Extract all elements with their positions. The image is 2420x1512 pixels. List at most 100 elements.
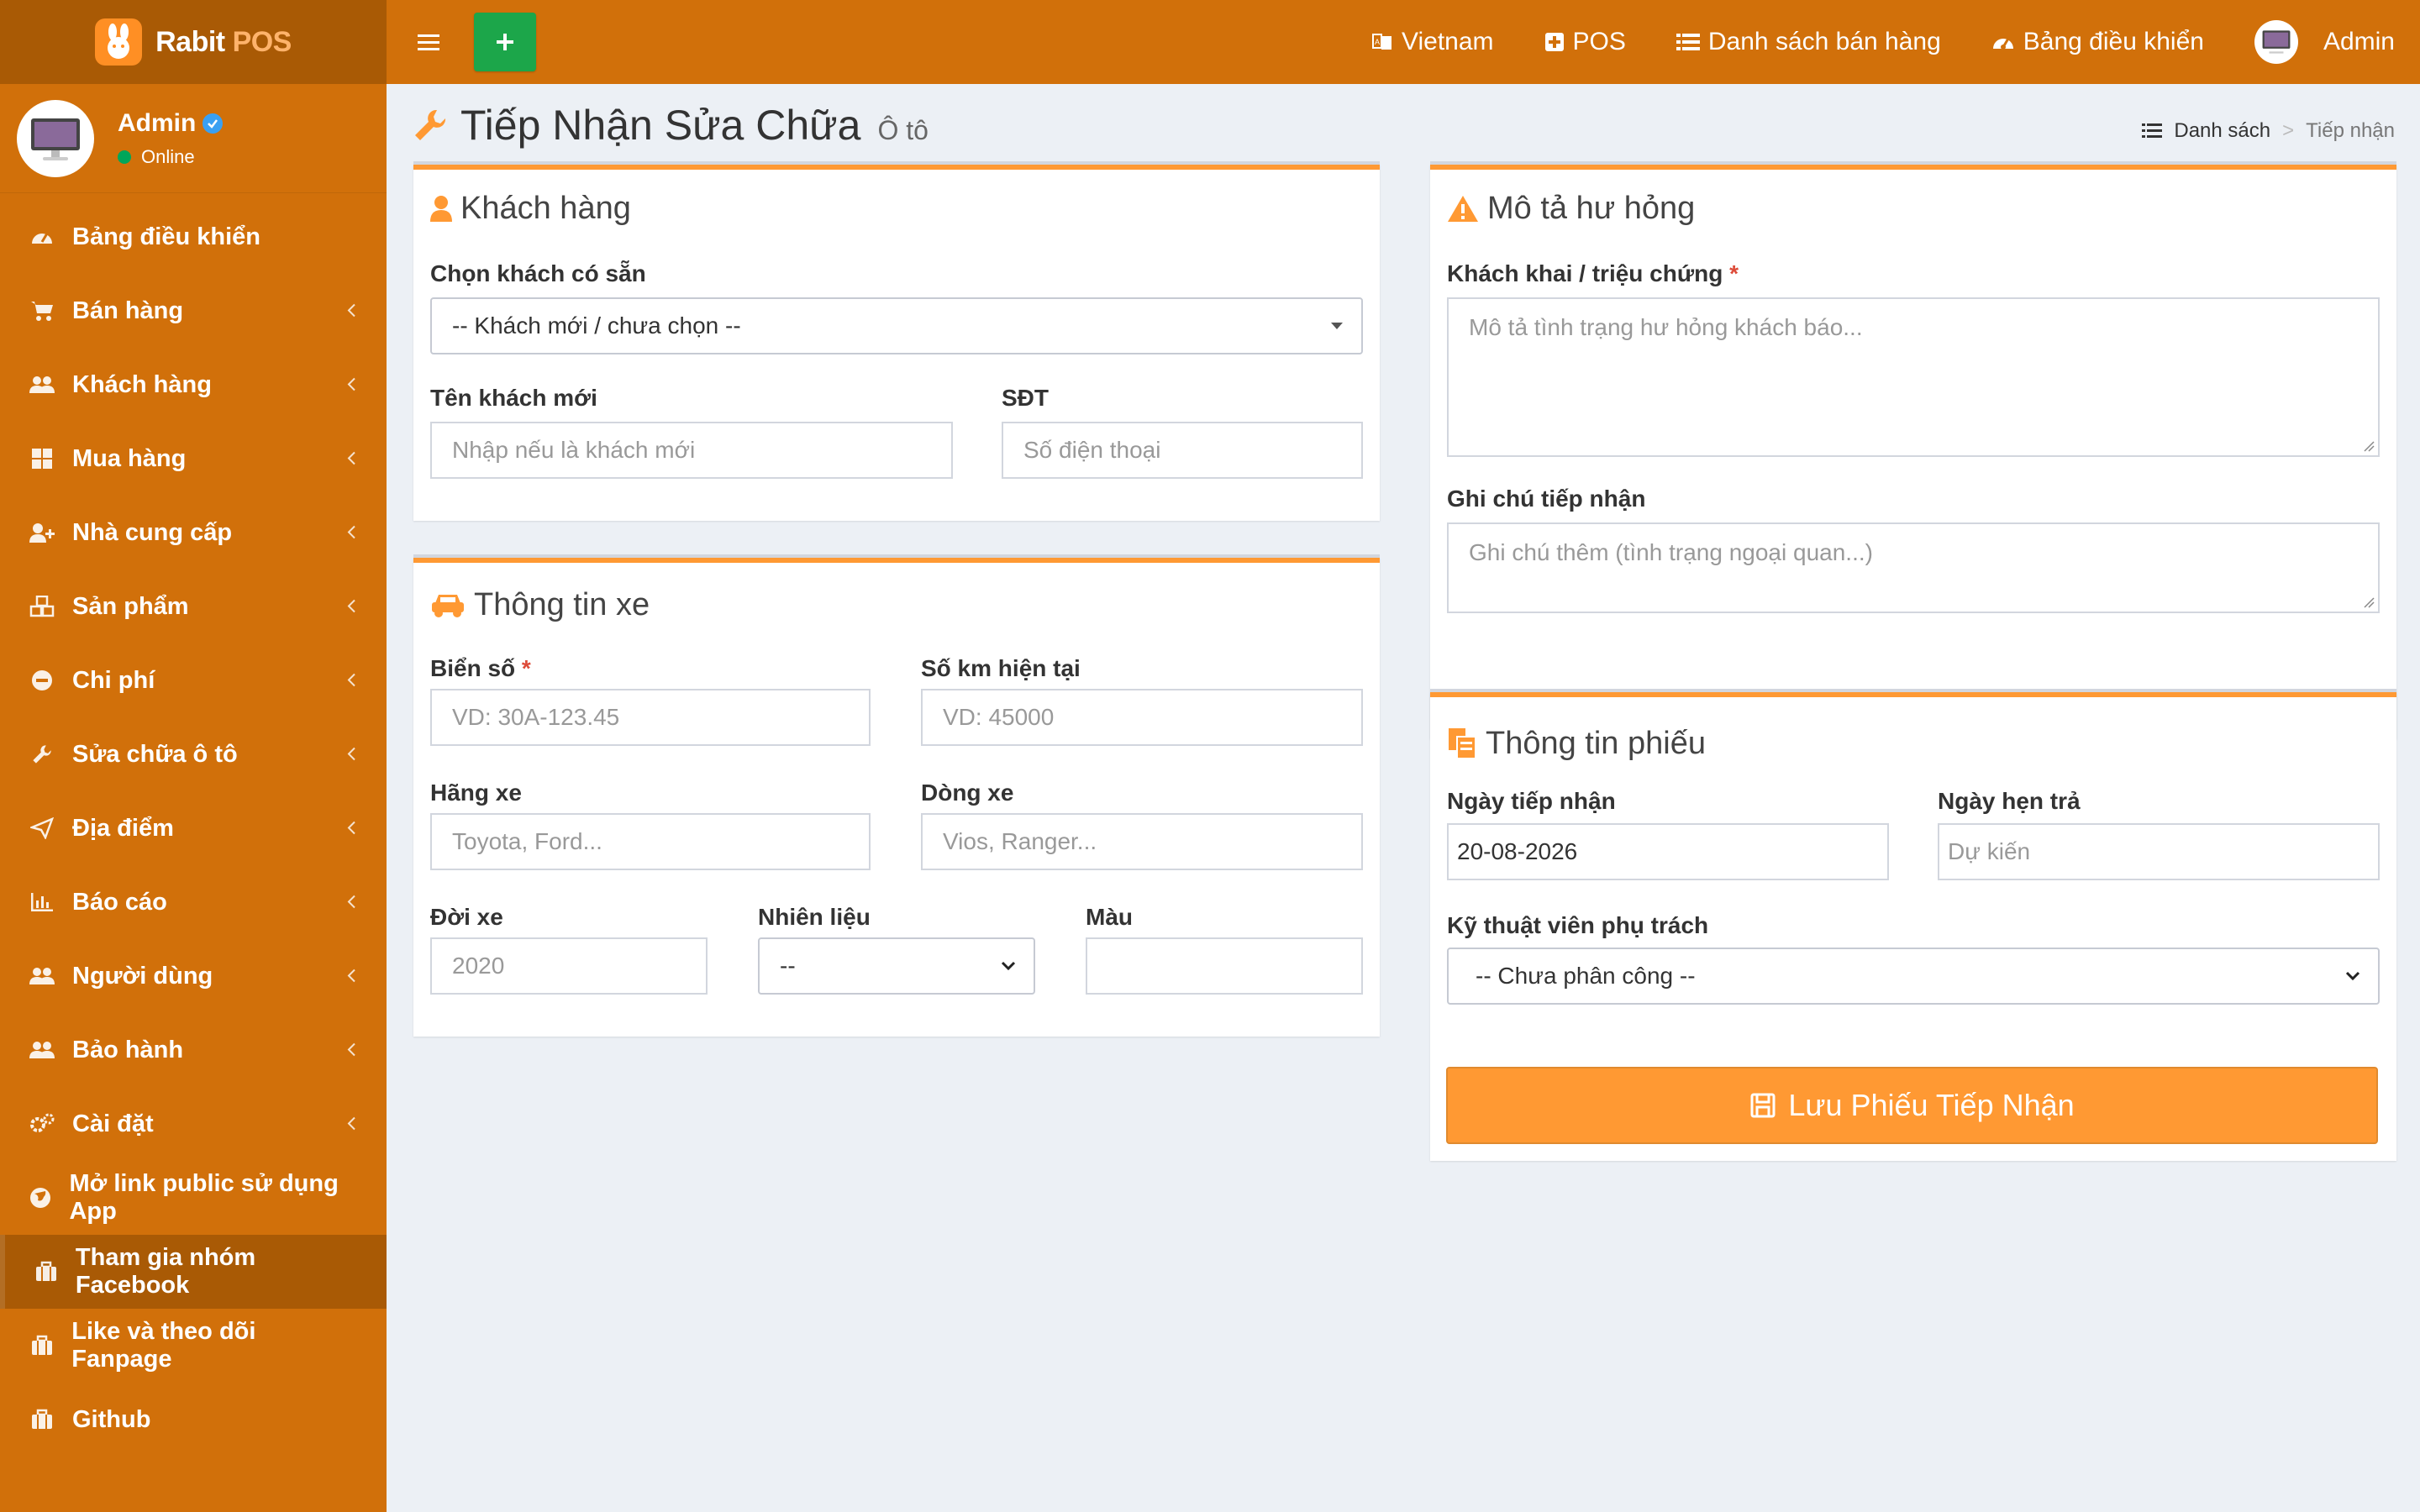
cart-icon (29, 297, 55, 324)
sidebar-item-bang-dieu-khien[interactable]: Bảng điều khiển (0, 200, 387, 274)
plus-square-icon (1544, 33, 1564, 51)
breadcrumb-separator: > (2282, 119, 2295, 142)
sidebar-item-nha-cung-cap[interactable]: Nhà cung cấp (0, 496, 387, 570)
user-avatar (2254, 20, 2298, 64)
fuel-select-value: -- (780, 953, 796, 979)
plus-icon (497, 34, 513, 50)
main-content: Tiếp Nhận Sửa Chữa Ô tô Danh sách > Tiếp… (387, 84, 2420, 1512)
nav-user[interactable]: Admin (2229, 0, 2420, 84)
menu-toggle-button[interactable] (403, 17, 454, 67)
sidebar-item-bao-cao[interactable]: Báo cáo (0, 865, 387, 939)
sidebar-item-bao-hanh[interactable]: Bảo hành (0, 1013, 387, 1087)
page-subtitle: Ô tô (877, 114, 929, 145)
color-input[interactable] (1086, 937, 1363, 995)
top-header: A Vietnam POS Danh sách bán hàng Bảng đi… (387, 0, 2420, 84)
sidebar-item-label: Github (72, 1405, 151, 1433)
symptom-textarea[interactable]: Mô tả tình trạng hư hỏng khách báo... (1447, 297, 2380, 457)
sidebar-item-label: Like và theo dõi Fanpage (71, 1318, 256, 1373)
choose-customer-label: Chọn khách có sẵn (430, 260, 646, 286)
sidebar-item-label: Tham gia nhóm Facebook (75, 1244, 256, 1299)
list-icon (1676, 34, 1700, 50)
vehicle-box: Thông tin xe Biển số * VD: 30A-123.45 Số… (413, 554, 1380, 1037)
plate-label: Biển số * (430, 655, 531, 681)
sidebar-item-mua-hang[interactable]: Mua hàng (0, 422, 387, 496)
sidebar-item-tham-gia-nhom-facebook[interactable]: Tham gia nhóm Facebook (0, 1235, 387, 1309)
resize-handle-icon (2364, 441, 2375, 452)
sidebar-item-khach-hang[interactable]: Khách hàng (0, 348, 387, 422)
brand-name: Rabit (155, 25, 225, 58)
phone-input[interactable]: Số điện thoại (1002, 422, 1363, 479)
ticket-box-title: Thông tin phiếu (1486, 725, 1706, 761)
nav-sales-list[interactable]: Danh sách bán hàng (1651, 0, 1966, 84)
car-brand-label: Hãng xe (430, 780, 522, 806)
car-brand-input[interactable]: Toyota, Ford... (430, 813, 871, 870)
briefcase-icon (29, 1406, 55, 1433)
customer-box: Khách hàng Chọn khách có sẵn -- Khách mớ… (413, 161, 1380, 521)
breadcrumb-current: Tiếp nhận (2306, 119, 2395, 142)
page-header: Tiếp Nhận Sửa Chữa Ô tô Danh sách > Tiếp… (387, 84, 2420, 166)
sidebar-item-dia-diem[interactable]: Địa điểm (0, 791, 387, 865)
sidebar-item-sua-chua-o-to[interactable]: Sửa chữa ô tô (0, 717, 387, 791)
sidebar-menu: Bảng điều khiển Bán hàng Khách hàng Mua hàn… (0, 200, 387, 1457)
damage-box: Mô tả hư hỏng Khách khai / triệu chứng *… (1430, 161, 2396, 739)
sidebar-item-cai-dat[interactable]: Cài đặt (0, 1087, 387, 1161)
return-date-input[interactable]: Dự kiến (1938, 823, 2380, 880)
received-date-input[interactable]: 20-08-2026 (1447, 823, 1889, 880)
symptom-label: Khách khai / triệu chứng * (1447, 260, 1739, 286)
language-icon: A (1372, 34, 1392, 50)
chevron-left-icon (346, 815, 356, 843)
sidebar-item-nguoi-dung[interactable]: Người dùng (0, 939, 387, 1013)
briefcase-icon (34, 1258, 59, 1285)
globe-icon (29, 1184, 52, 1211)
car-year-input[interactable]: 2020 (430, 937, 708, 995)
breadcrumb-list-link[interactable]: Danh sách (2174, 119, 2270, 143)
sidebar-item-mo-link-public-su-dung-app[interactable]: Mở link public sử dụng App (0, 1161, 387, 1235)
add-button[interactable] (474, 13, 536, 71)
chevron-left-icon (346, 741, 356, 769)
nav-pos-label: POS (1572, 28, 1626, 55)
note-textarea[interactable]: Ghi chú thêm (tình trạng ngoại quan...) (1447, 522, 2380, 613)
chevron-left-icon (346, 1110, 356, 1138)
car-model-input[interactable]: Vios, Ranger... (921, 813, 1363, 870)
chevron-left-icon (346, 297, 356, 325)
cubes-icon (29, 593, 55, 620)
sidebar-item-label: Người dùng (72, 962, 213, 990)
nav-language-label: Vietnam (1402, 28, 1494, 55)
plate-input[interactable]: VD: 30A-123.45 (430, 689, 871, 746)
chevron-left-icon (346, 1037, 356, 1064)
sidebar-item-chi-phi[interactable]: Chi phí (0, 643, 387, 717)
copy-icon (1449, 728, 1476, 759)
car-icon (432, 595, 464, 617)
brand-logo[interactable]: Rabit POS (0, 0, 387, 84)
save-ticket-label: Lưu Phiếu Tiếp Nhận (1788, 1088, 2075, 1122)
save-ticket-button[interactable]: Lưu Phiếu Tiếp Nhận (1446, 1067, 2378, 1144)
customer-select[interactable]: -- Khách mới / chưa chọn -- (430, 297, 1363, 354)
sidebar-item-san-pham[interactable]: Sản phẩm (0, 570, 387, 643)
sidebar-item-ban-hang[interactable]: Bán hàng (0, 274, 387, 348)
page-title: Tiếp Nhận Sửa Chữa (460, 102, 861, 149)
new-customer-name-input[interactable]: Nhập nếu là khách mới (430, 422, 953, 479)
nav-pos[interactable]: POS (1519, 0, 1651, 84)
km-input[interactable]: VD: 45000 (921, 689, 1363, 746)
fuel-select[interactable]: -- (758, 937, 1035, 995)
nav-language[interactable]: A Vietnam (1346, 0, 1519, 84)
sidebar: Rabit POS Admin Online Bảng điều khiển Bá… (0, 0, 387, 1512)
sidebar-item-label: Cài đặt (72, 1110, 154, 1137)
sidebar-item-like-va-theo-doi-fanpage[interactable]: Like và theo dõi Fanpage (0, 1309, 387, 1383)
sidebar-item-label: Địa điểm (72, 814, 174, 842)
nav-dashboard[interactable]: Bảng điều khiển (1966, 0, 2229, 84)
user-panel: Admin Online (0, 84, 387, 193)
online-status-dot (118, 150, 131, 164)
gears-icon (29, 1110, 55, 1137)
note-label: Ghi chú tiếp nhận (1447, 486, 1646, 512)
technician-select[interactable]: -- Chưa phân công -- (1447, 948, 2380, 1005)
nav-user-label: Admin (2323, 28, 2395, 55)
verified-icon (203, 113, 224, 134)
sidebar-item-github[interactable]: Github (0, 1383, 387, 1457)
sidebar-item-label: Mua hàng (72, 444, 187, 472)
received-date-label: Ngày tiếp nhận (1447, 788, 1616, 814)
nav-dashboard-label: Bảng điều khiển (2023, 28, 2204, 55)
sidebar-item-label: Bảng điều khiển (72, 223, 260, 250)
briefcase-icon (29, 1332, 55, 1359)
sidebar-item-label: Chi phí (72, 666, 155, 694)
